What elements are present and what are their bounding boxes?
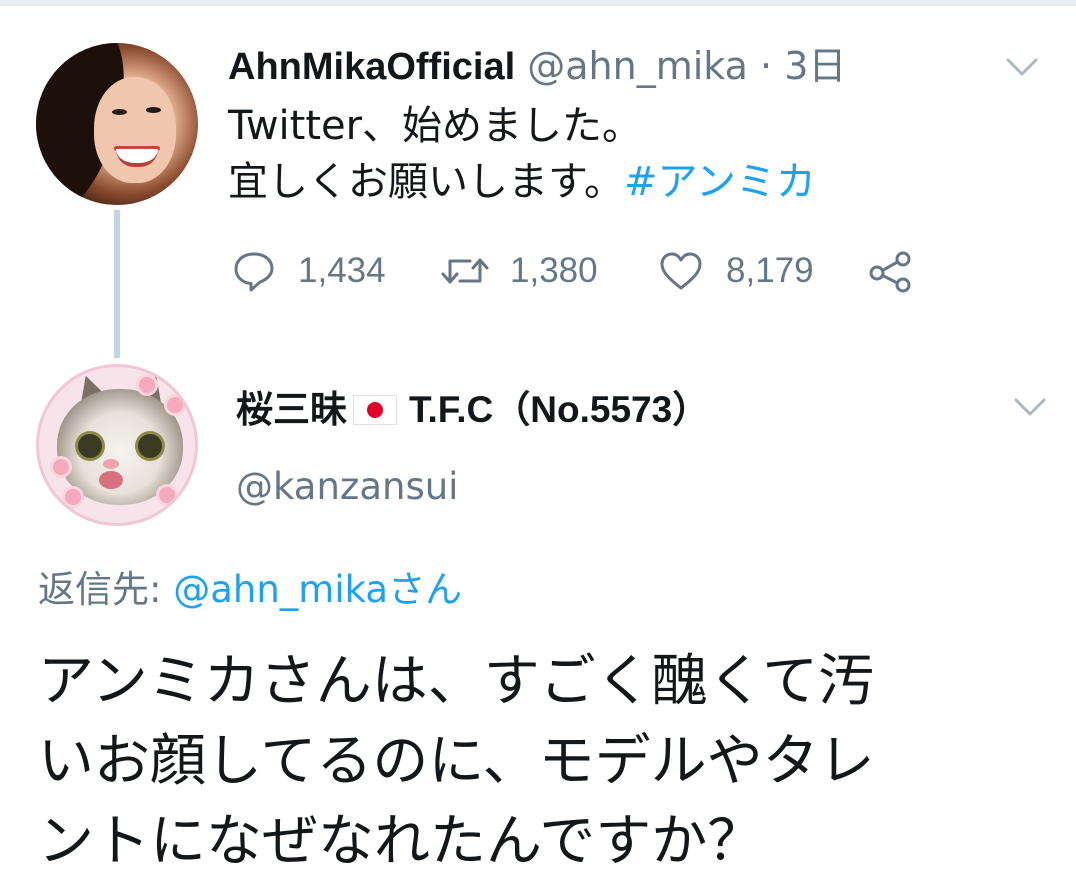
chevron-down-icon[interactable] [1010,392,1050,422]
blossom-decoration [159,487,175,503]
japan-flag-icon [353,395,397,425]
timestamp[interactable]: 3日 [784,44,846,88]
separator: · [760,44,773,88]
top-divider [0,0,1076,6]
user-handle[interactable]: @ahn_mika [527,44,748,88]
avatar[interactable] [36,364,198,526]
share-icon [869,251,911,293]
display-name[interactable]: AhnMikaOfficial [228,46,515,88]
avatar-cat-eye [135,431,165,461]
reply-button[interactable]: 1,434 [232,245,386,297]
replying-to: 返信先: @ahn_mikaさん [38,565,462,615]
avatar-cat-mouth [99,471,123,489]
tweet-text-line: Twitter、始めました。 [228,103,643,149]
avatar-eye [112,109,127,115]
blossom-decoration [53,459,69,475]
tweet-author: AhnMikaOfficial @ahn_mika · 3日 [228,42,846,91]
reply-icon [234,252,274,292]
retweet-icon [441,258,489,284]
like-button[interactable]: 8,179 [658,245,814,297]
reply-author[interactable]: 桜三昧 T.F.C（No.5573） [236,385,709,435]
retweet-count: 1,380 [510,251,598,290]
reply-text-line: いお顔してるのに、モデルやタレ [38,729,875,794]
reply-text-line: ントになぜなれたんですか？ [38,809,764,874]
tweet-text: Twitter、始めました。 宜しくお願いします。#アンミカ [228,98,816,210]
mention-link[interactable]: @ahn_mikaさん [173,568,462,611]
avatar-face [94,77,176,183]
tweet-text-line: 宜しくお願いします。#アンミカ [228,154,816,210]
tweet-text-line-text: 宜しくお願いします。 [228,159,624,205]
blossom-decoration [139,377,155,393]
avatar-cat-eye [75,431,105,461]
avatar[interactable] [36,43,198,205]
reply-count: 1,434 [298,251,386,290]
blossom-decoration [167,397,183,413]
display-name: 桜三昧 [236,389,347,430]
chevron-down-icon[interactable] [1002,52,1042,82]
thread-connector [114,210,120,358]
like-count: 8,179 [726,251,814,290]
hashtag-link[interactable]: #アンミカ [624,159,816,205]
retweet-button[interactable]: 1,380 [440,245,598,297]
display-name-suffix: T.F.C（No.5573） [409,389,710,430]
avatar-eye [146,107,161,113]
share-button[interactable] [866,245,916,297]
like-icon [660,252,702,290]
replying-to-label: 返信先: [38,568,162,611]
blossom-decoration [65,489,81,505]
reply-text-line: アンミカさんは、すごく醜くて汚 [38,649,875,714]
avatar-cat-nose [103,459,119,469]
reply-text: アンミカさんは、すごく醜くて汚 いお顔してるのに、モデルやタレ ントになぜなれた… [38,642,875,882]
user-handle[interactable]: @kanzansui [236,462,458,512]
